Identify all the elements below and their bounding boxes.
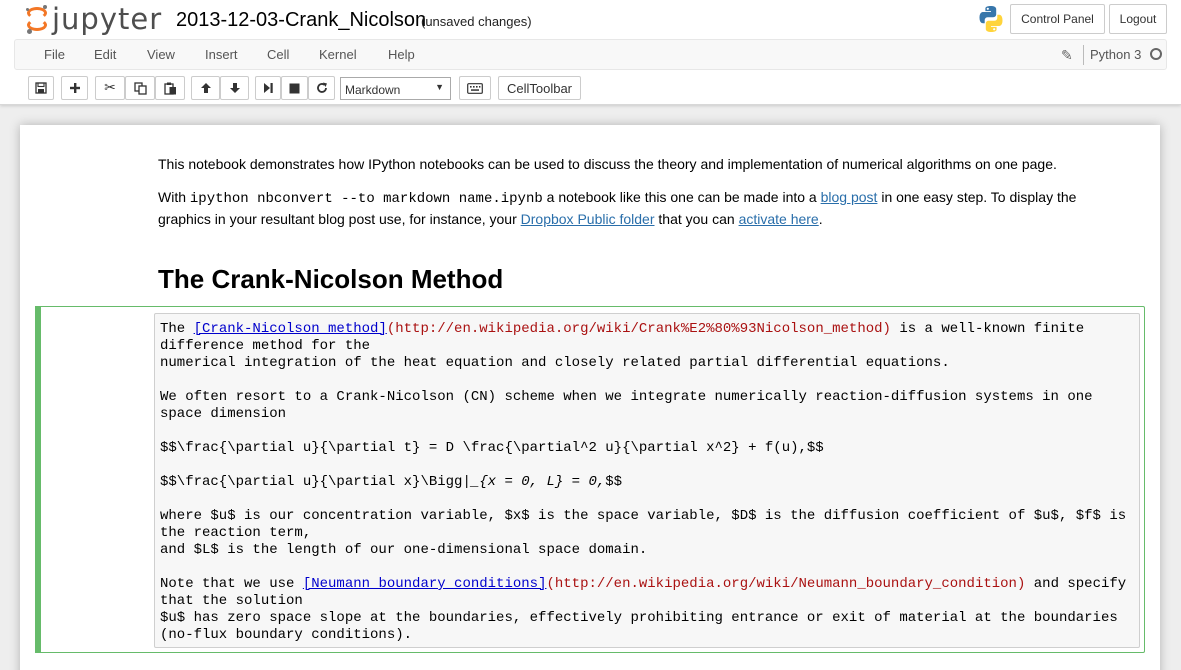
insert-cell-button[interactable] [61, 76, 88, 100]
command-palette-button[interactable] [459, 76, 491, 100]
run-cell-button[interactable] [255, 76, 281, 100]
step-forward-icon [264, 83, 273, 93]
save-icon [35, 82, 47, 94]
markdown-link-url: (http://en.wikipedia.org/wiki/Neumann_bo… [546, 576, 1026, 592]
markdown-link-text: [Neumann boundary conditions] [302, 576, 547, 592]
menu-file[interactable]: File [44, 47, 65, 63]
menu-edit[interactable]: Edit [94, 47, 116, 63]
menubar: File Edit View Insert Cell Kernel Help ✎… [14, 39, 1167, 70]
move-up-button[interactable] [191, 76, 220, 100]
plus-icon [69, 83, 80, 93]
copy-icon [133, 81, 147, 95]
header: jupyter 2013-12-03-Crank_Nicolson (unsav… [0, 0, 1181, 105]
jupyter-logo[interactable]: jupyter [26, 3, 162, 35]
restart-icon [316, 82, 327, 93]
scissors-icon: ✂ [104, 80, 116, 96]
jupyter-logo-icon [26, 5, 48, 34]
dropbox-public-folder-link[interactable]: Dropbox Public folder [521, 211, 655, 227]
logo-text: jupyter [52, 2, 163, 36]
cell-type-value: Markdown [345, 83, 401, 97]
arrow-up-icon [200, 83, 211, 93]
interrupt-kernel-button[interactable] [281, 76, 308, 100]
logout-button[interactable]: Logout [1109, 4, 1167, 34]
section-heading[interactable]: The Crank-Nicolson Method [158, 263, 503, 295]
keyboard-icon [467, 82, 483, 94]
python-logo-icon [979, 6, 1003, 32]
cell-type-select[interactable]: Markdown ▼ [340, 77, 451, 100]
pencil-icon[interactable]: ✎ [1061, 47, 1073, 63]
selected-markdown-cell[interactable]: The [Crank-Nicolson method](http://en.wi… [35, 306, 1145, 653]
paste-icon [163, 82, 176, 95]
save-status: (unsaved changes) [421, 14, 532, 29]
cell-toolbar-button[interactable]: CellToolbar [498, 76, 581, 100]
kernel-separator [1083, 45, 1084, 65]
copy-button[interactable] [125, 76, 155, 100]
control-panel-button[interactable]: Control Panel [1010, 4, 1105, 34]
menu-kernel[interactable]: Kernel [319, 47, 357, 63]
menu-insert[interactable]: Insert [205, 47, 238, 63]
cut-button[interactable]: ✂ [95, 76, 125, 100]
stop-icon [289, 83, 300, 93]
menu-cell[interactable]: Cell [267, 47, 289, 63]
markdown-link-text: [Crank-Nicolson method] [193, 321, 387, 337]
inline-code: ipython nbconvert --to markdown name.ipy… [189, 191, 543, 207]
notebook-container: This notebook demonstrates how IPython n… [20, 125, 1160, 670]
rendered-paragraph[interactable]: With ipython nbconvert --to markdown nam… [158, 187, 1118, 229]
blog-post-link[interactable]: blog post [821, 189, 878, 205]
move-down-button[interactable] [220, 76, 249, 100]
edit-mode-indicator [35, 306, 41, 653]
activate-here-link[interactable]: activate here [739, 211, 819, 227]
kernel-idle-icon [1150, 48, 1162, 60]
restart-kernel-button[interactable] [308, 76, 335, 100]
menu-help[interactable]: Help [388, 47, 415, 63]
rendered-paragraph[interactable]: This notebook demonstrates how IPython n… [158, 154, 1118, 174]
notebook-name[interactable]: 2013-12-03-Crank_Nicolson [176, 8, 426, 32]
markdown-link-url: (http://en.wikipedia.org/wiki/Crank%E2%8… [386, 321, 891, 337]
cell-editor[interactable]: The [Crank-Nicolson method](http://en.wi… [154, 313, 1140, 648]
kernel-name: Python 3 [1090, 47, 1142, 62]
menu-view[interactable]: View [147, 47, 175, 63]
save-button[interactable] [28, 76, 54, 100]
arrow-down-icon [229, 83, 240, 93]
paste-button[interactable] [155, 76, 185, 100]
editor-text[interactable]: The [Crank-Nicolson method](http://en.wi… [160, 321, 1126, 644]
chevron-down-icon: ▼ [435, 82, 444, 92]
